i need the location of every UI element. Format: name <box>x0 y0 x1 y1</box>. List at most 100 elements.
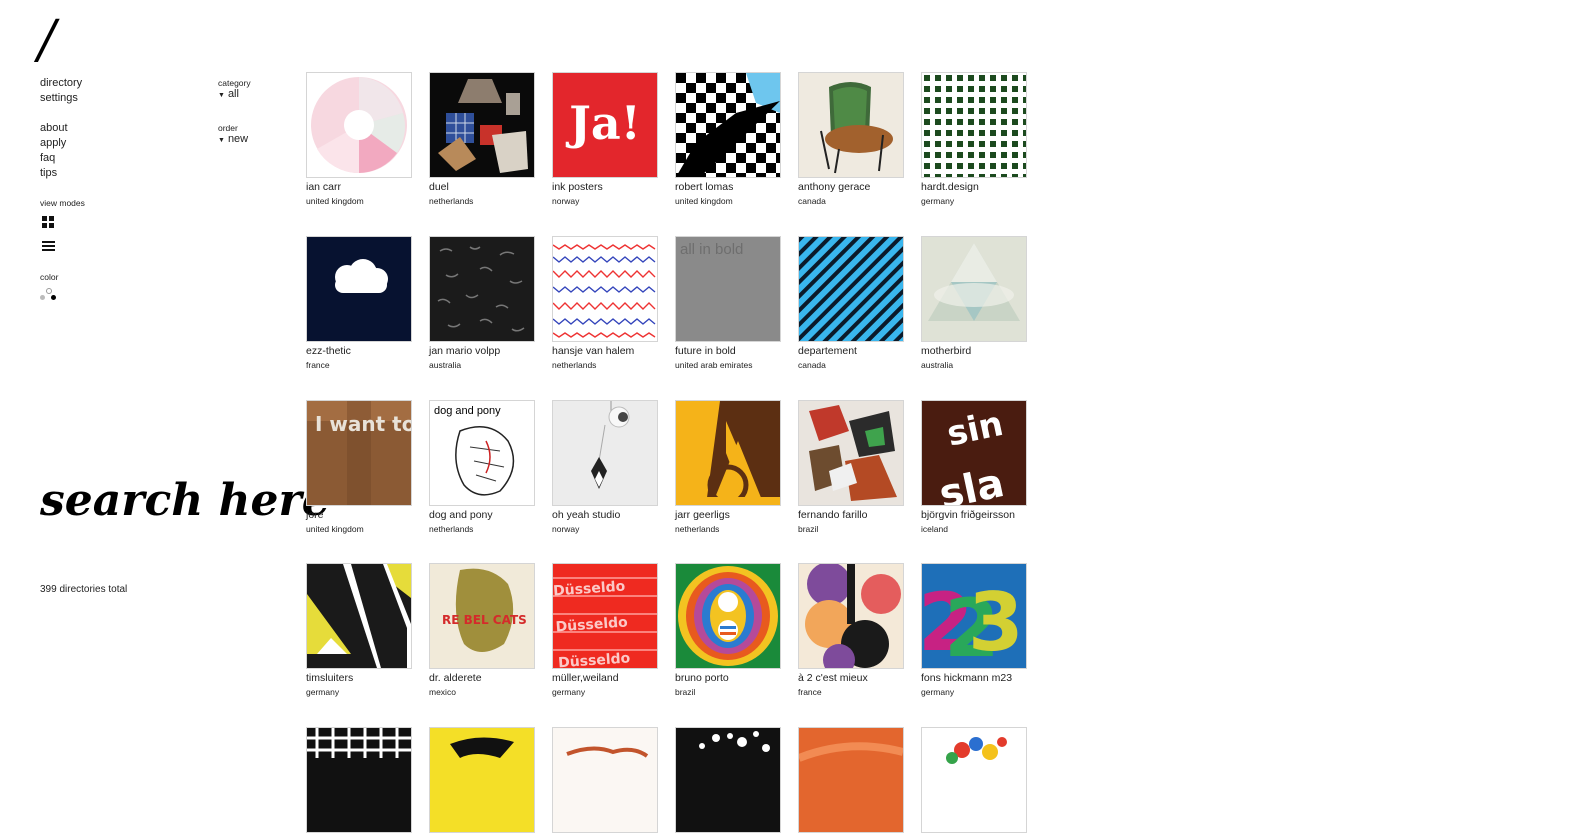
tile-thumbnail[interactable] <box>921 236 1027 342</box>
tile-name[interactable]: bruno porto <box>675 672 781 684</box>
tile-name[interactable]: departement <box>798 345 904 357</box>
tile-name[interactable]: duel <box>429 181 535 193</box>
search-field[interactable]: search here <box>40 479 330 523</box>
order-select[interactable]: ▼ new <box>218 133 248 145</box>
tile-name[interactable]: à 2 c'est mieux <box>798 672 904 684</box>
tile-thumbnail[interactable]: Düsseldo Düsseldo Düsseldo <box>552 563 658 669</box>
tile-name[interactable]: ian carr <box>306 181 412 193</box>
tile-thumbnail[interactable] <box>675 400 781 506</box>
directory-tile[interactable]: ian carr united kingdom <box>306 72 412 206</box>
tile-thumbnail[interactable] <box>798 563 904 669</box>
directory-tile[interactable] <box>921 727 1027 836</box>
directory-tile[interactable]: anthony gerace canada <box>798 72 904 206</box>
tile-name[interactable]: oh yeah studio <box>552 509 658 521</box>
tile-thumbnail[interactable] <box>429 727 535 833</box>
directory-tile[interactable]: sla sin björgvin friðgeirsson iceland <box>921 400 1027 534</box>
nav-tips[interactable]: tips <box>40 166 68 181</box>
list-view-icon[interactable] <box>42 241 55 253</box>
tile-thumbnail[interactable] <box>552 727 658 833</box>
tile-thumbnail[interactable] <box>429 236 535 342</box>
tile-thumbnail[interactable] <box>306 727 412 833</box>
directory-tile[interactable]: departement canada <box>798 236 904 370</box>
tile-thumbnail[interactable] <box>798 236 904 342</box>
tile-name[interactable]: motherbird <box>921 345 1027 357</box>
tile-thumbnail[interactable] <box>675 563 781 669</box>
tile-name[interactable]: jan mario volpp <box>429 345 535 357</box>
tile-thumbnail[interactable] <box>552 236 658 342</box>
directory-tile[interactable]: ezz-thetic france <box>306 236 412 370</box>
directory-tile[interactable]: timsluiters germany <box>306 563 412 697</box>
tile-thumbnail[interactable] <box>798 400 904 506</box>
nav-apply[interactable]: apply <box>40 136 68 151</box>
tile-name[interactable]: dog and pony <box>429 509 535 521</box>
tile-thumbnail[interactable] <box>798 72 904 178</box>
category-select[interactable]: ▼ all <box>218 88 251 100</box>
directory-tile[interactable]: all in bold future in bold united arab e… <box>675 236 781 370</box>
tile-name[interactable]: ezz-thetic <box>306 345 412 357</box>
directory-tile[interactable]: bruno porto brazil <box>675 563 781 697</box>
site-logo[interactable]: / <box>38 12 56 68</box>
directory-tile[interactable]: dog and pony dog and pony netherlands <box>429 400 535 534</box>
nav-settings[interactable]: settings <box>40 91 82 106</box>
tile-thumbnail[interactable] <box>306 236 412 342</box>
directory-tile[interactable]: hardt.design germany <box>921 72 1027 206</box>
tile-name[interactable]: ink posters <box>552 181 658 193</box>
tile-name[interactable]: hansje van halem <box>552 345 658 357</box>
tile-thumbnail[interactable]: dog and pony <box>429 400 535 506</box>
tile-thumbnail[interactable] <box>429 72 535 178</box>
color-black-dot[interactable] <box>51 295 56 300</box>
directory-tile[interactable]: fernando farillo brazil <box>798 400 904 534</box>
directory-tile[interactable]: jarr geerligs netherlands <box>675 400 781 534</box>
tile-name[interactable]: fons hickmann m23 <box>921 672 1027 684</box>
tile-thumbnail[interactable] <box>552 400 658 506</box>
tile-thumbnail[interactable]: sla sin <box>921 400 1027 506</box>
tile-thumbnail[interactable] <box>675 727 781 833</box>
directory-tile[interactable]: oh yeah studio norway <box>552 400 658 534</box>
tile-thumbnail[interactable] <box>306 563 412 669</box>
tile-name[interactable]: jore <box>306 509 412 521</box>
directory-tile[interactable]: RE BEL CATS dr. alderete mexico <box>429 563 535 697</box>
directory-tile[interactable]: I want to jore united kingdom <box>306 400 412 534</box>
directory-tile[interactable] <box>798 727 904 836</box>
tile-name[interactable]: future in bold <box>675 345 781 357</box>
directory-tile[interactable] <box>552 727 658 836</box>
nav-directory[interactable]: directory <box>40 76 82 91</box>
directory-tile[interactable]: 2 2 3 fons hickmann m23 germany <box>921 563 1027 697</box>
tile-name[interactable]: müller,weiland <box>552 672 658 684</box>
tile-thumbnail[interactable] <box>921 72 1027 178</box>
directory-tile[interactable]: Düsseldo Düsseldo Düsseldo müller,weilan… <box>552 563 658 697</box>
directory-tile[interactable]: à 2 c'est mieux france <box>798 563 904 697</box>
tile-thumbnail[interactable] <box>798 727 904 833</box>
directory-tile[interactable]: duel netherlands <box>429 72 535 206</box>
nav-faq[interactable]: faq <box>40 151 68 166</box>
directory-tile[interactable] <box>429 727 535 836</box>
directory-tile[interactable]: Ja! ink posters norway <box>552 72 658 206</box>
directory-tile[interactable]: jan mario volpp australia <box>429 236 535 370</box>
tile-thumbnail[interactable] <box>675 72 781 178</box>
tile-name[interactable]: fernando farillo <box>798 509 904 521</box>
directory-tile[interactable] <box>306 727 412 836</box>
tile-thumbnail[interactable] <box>306 72 412 178</box>
directory-tile[interactable] <box>675 727 781 836</box>
tile-name[interactable]: robert lomas <box>675 181 781 193</box>
tile-name[interactable]: björgvin friðgeirsson <box>921 509 1027 521</box>
tile-name[interactable]: jarr geerligs <box>675 509 781 521</box>
tile-name[interactable]: hardt.design <box>921 181 1027 193</box>
nav-about[interactable]: about <box>40 121 68 136</box>
directory-tile[interactable]: robert lomas united kingdom <box>675 72 781 206</box>
grid-view-icon[interactable] <box>42 216 54 228</box>
tile-thumbnail[interactable]: all in bold <box>675 236 781 342</box>
caret-down-icon: ▼ <box>218 137 225 144</box>
tile-thumbnail[interactable]: 2 2 3 <box>921 563 1027 669</box>
directory-tile[interactable]: hansje van halem netherlands <box>552 236 658 370</box>
tile-thumbnail[interactable]: Ja! <box>552 72 658 178</box>
tile-name[interactable]: anthony gerace <box>798 181 904 193</box>
color-grey-dot[interactable] <box>40 295 45 300</box>
color-white-dot[interactable] <box>46 288 52 294</box>
directory-tile[interactable]: motherbird australia <box>921 236 1027 370</box>
tile-thumbnail[interactable] <box>921 727 1027 833</box>
tile-thumbnail[interactable]: RE BEL CATS <box>429 563 535 669</box>
tile-thumbnail[interactable]: I want to <box>306 400 412 506</box>
tile-name[interactable]: timsluiters <box>306 672 412 684</box>
tile-name[interactable]: dr. alderete <box>429 672 535 684</box>
